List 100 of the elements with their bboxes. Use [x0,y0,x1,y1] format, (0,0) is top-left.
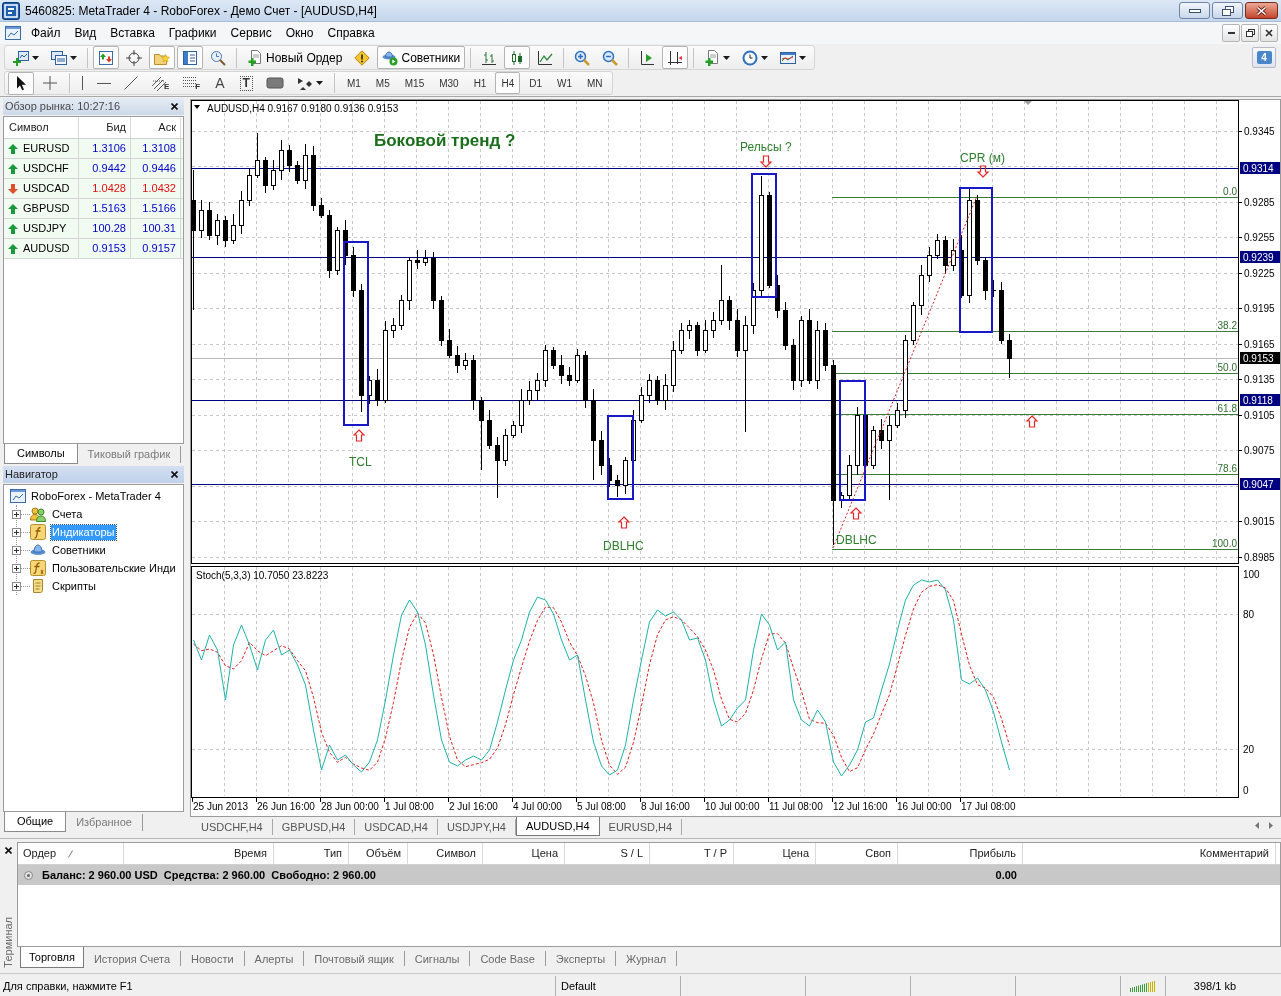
minimize-button[interactable] [1222,24,1240,42]
menu-item[interactable]: Файл [24,23,68,43]
terminal-tab[interactable]: Торговля [20,947,84,968]
column-header[interactable]: Своп [816,843,898,864]
text-tool-button[interactable]: A [208,71,232,95]
column-header[interactable]: Тип [274,843,349,864]
document-plus-icon [704,49,721,66]
chart-tab[interactable]: GBPUSD,H4 [272,819,356,835]
menu-item[interactable]: Сервис [223,23,279,43]
chart-template-icon [780,49,797,66]
panel-tab[interactable]: Тиковый график [77,446,182,463]
minimize-button[interactable] [1179,2,1210,19]
cursor-button[interactable] [8,71,34,95]
scroll-right-icon[interactable] [1269,822,1273,829]
fibonacci-levels-button[interactable]: F [177,71,206,95]
new-order-button[interactable]: Новый Ордер [242,46,348,69]
chart-tab[interactable]: USDCAD,H4 [355,819,438,835]
close-button[interactable] [1245,2,1278,19]
expand-icon[interactable] [12,581,21,591]
text-label-button[interactable]: T [234,71,258,95]
tree-item[interactable]: Счета [51,506,84,522]
column-header[interactable]: Объём [349,843,408,864]
column-header[interactable]: Символ [408,843,483,864]
close-button[interactable] [3,845,14,856]
quote-row[interactable]: AUDUSD 0.9153 0.9157 [4,239,183,259]
annotation-label: DBLHC [603,539,644,553]
restore-button[interactable] [1241,24,1259,42]
column-header[interactable]: Комментарий [1023,843,1276,864]
notifications-button[interactable]: 4 [1252,47,1276,68]
navigator-button[interactable] [149,46,175,69]
column-header[interactable]: T / P [650,843,734,864]
scroll-left-icon[interactable] [1255,822,1259,829]
candlestick-chart-button[interactable] [504,46,531,69]
menu-item[interactable]: Окно [278,23,321,43]
chart-tab[interactable]: EURUSD,H4 [599,819,683,835]
column-header[interactable]: Цена [483,843,565,864]
fibonacci-channel-button[interactable]: E [146,71,175,95]
period-button[interactable]: W1 [551,72,579,94]
ask-price: 0.9446 [142,161,176,177]
quote-row[interactable]: GBPUSD 1.5163 1.5166 [4,199,183,219]
terminal-tab[interactable]: Эксперты [545,951,617,966]
terminal-tab[interactable]: История Счета [83,951,181,966]
chart-tab[interactable]: AUDUSD,H4 [516,817,600,836]
column-header[interactable]: S / L [565,843,650,864]
tree-item[interactable]: Советники [51,542,107,558]
restore-button[interactable] [1212,2,1243,19]
panel-tab[interactable]: Избранное [66,814,143,831]
period-button[interactable]: D1 [523,72,549,94]
column-header[interactable]: Ордер [18,843,124,864]
terminal-tab[interactable]: Новости [181,951,245,966]
chart-tab[interactable]: USDCHF,H4 [192,819,273,835]
bid-price: 1.5163 [92,201,126,217]
quote-row[interactable]: USDCAD 1.0428 1.0432 [4,179,183,199]
circle-dot-icon [24,870,33,880]
period-button[interactable]: M15 [398,72,431,94]
fibonacci-level-label: 0.0 [1223,186,1237,197]
column-header[interactable]: Цена [734,843,816,864]
profit-value: 0.00 [995,867,1017,883]
tree-root-label[interactable]: RoboForex - MetaTrader 4 [31,487,161,505]
tree-item[interactable]: Скрипты [51,578,97,594]
experts-button[interactable]: Советники [377,46,466,69]
close-button[interactable] [169,101,180,112]
period-button[interactable]: H1 [467,72,493,94]
terminal-tab[interactable]: Сигналы [404,951,471,966]
warning-icon [354,49,371,66]
expand-icon[interactable] [12,509,21,519]
menu-item[interactable]: Графики [161,23,224,43]
market-watch-button[interactable] [93,46,119,69]
time-axis-label: 28 Jun 00:00 [321,801,379,812]
sort-icon [68,849,74,858]
column-header[interactable]: Прибыль [898,843,1023,864]
menu-item[interactable]: Справка [320,23,382,43]
window-arrows-icon [98,49,114,66]
chart-shift-button[interactable] [662,46,689,69]
menu-item[interactable]: Вид [67,23,104,43]
terminal-button[interactable] [177,46,203,69]
tree-item[interactable]: Пользовательские Инди [51,560,177,576]
terminal-tab[interactable]: Журнал [616,951,678,966]
period-button[interactable]: H4 [495,72,521,94]
column-header[interactable]: Время [124,843,274,864]
close-button[interactable] [1260,24,1278,42]
period-button[interactable]: M1 [340,72,367,94]
expand-icon[interactable] [12,527,21,537]
quote-row[interactable]: USDCHF 0.9442 0.9446 [4,159,183,179]
period-button[interactable]: MN [581,72,609,94]
expand-icon[interactable] [12,563,21,573]
panel-tab[interactable]: Общие [4,812,67,832]
quote-row[interactable]: USDJPY 100.28 100.31 [4,219,183,239]
terminal-tab[interactable]: Алерты [244,951,305,966]
period-button[interactable]: M30 [433,72,465,94]
function-icon [30,560,46,576]
terminal-tab[interactable]: Почтовый ящик [304,951,405,966]
panel-tab[interactable]: Символы [4,444,78,464]
quote-row[interactable]: EURUSD 1.3106 1.3108 [4,139,183,159]
terminal-tab[interactable]: Code Base [470,951,546,966]
expand-icon[interactable] [12,545,21,555]
period-button[interactable]: M5 [369,72,396,94]
close-button[interactable] [169,469,180,480]
menu-item[interactable]: Вставка [103,23,162,43]
arrows-icon [296,75,313,91]
